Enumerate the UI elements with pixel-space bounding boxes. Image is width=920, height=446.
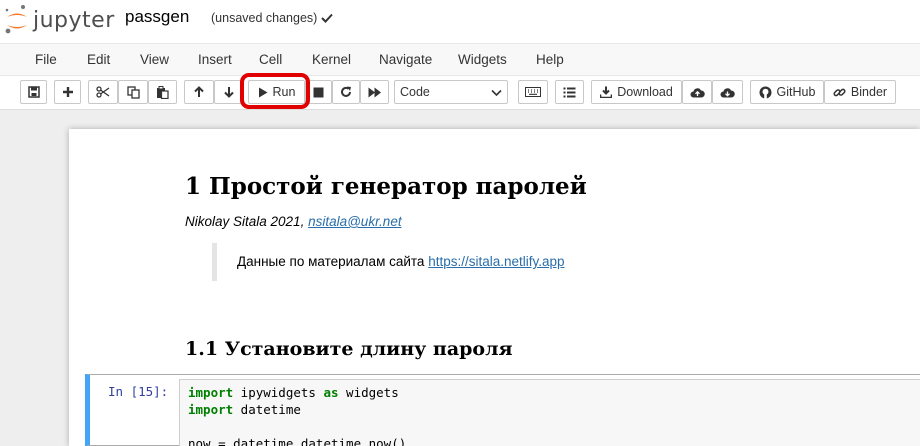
menu-edit[interactable]: Edit [87,52,110,67]
save-button[interactable] [20,80,47,104]
cloud-upload-icon [690,87,705,97]
download-button-label: Download [617,85,673,99]
blockquote: Данные по материалам сайта https://sital… [212,243,632,281]
menu-view[interactable]: View [140,52,169,67]
restart-kernel-button[interactable] [332,80,360,104]
stop-icon [313,87,324,97]
input-prompt: In [15]: [108,384,169,399]
author-email-link[interactable]: nsitala@ukr.net [308,214,402,229]
menu-file[interactable]: File [35,52,57,67]
site-link[interactable]: https://sitala.netlify.app [428,254,564,269]
code-line-4: now = datetime.datetime.now() [188,436,407,446]
menubar: File Edit View Insert Cell Kernel Naviga… [0,43,920,76]
keyboard-icon [525,87,541,97]
paste-button[interactable] [148,80,177,104]
download-icon [600,86,613,98]
menu-cell[interactable]: Cell [259,52,282,67]
cloud-download-icon [720,87,735,97]
header: jupyter passgen (unsaved changes) [0,0,920,43]
author-line: Nikolay Sitala 2021, nsitala@ukr.net [185,214,402,229]
notebook-name[interactable]: passgen [125,7,189,27]
toolbar: Run Code Download GitHub Binder [0,76,920,110]
menu-insert[interactable]: Insert [198,52,232,67]
run-button[interactable]: Run [248,80,305,104]
move-up-button[interactable] [184,80,214,104]
scissors-icon [96,86,110,98]
binder-button[interactable]: Binder [824,80,896,104]
github-button-label: GitHub [776,85,816,99]
jupyter-logo[interactable]: jupyter [4,4,115,36]
code-editor[interactable]: import ipywidgets as widgets import date… [179,379,920,446]
restart-run-all-button[interactable] [360,80,389,104]
menu-kernel[interactable]: Kernel [312,52,351,67]
blockquote-text: Данные по материалам сайта https://sital… [237,254,565,269]
binder-button-label: Binder [850,85,888,99]
keyword: as [323,385,339,400]
code-cell[interactable]: In [15]: import ipywidgets as widgets im… [85,374,920,446]
github-icon [759,86,772,98]
list-icon [563,87,576,97]
code-text: ipywidgets [233,385,324,400]
chevron-down-icon [491,89,502,97]
code-text: widgets [338,385,399,400]
toc-button[interactable] [555,80,584,104]
cell-type-select[interactable]: Code [394,80,508,104]
jupyter-logo-text: jupyter [33,7,115,33]
code-line-1: import ipywidgets as widgets [188,385,399,400]
cut-button[interactable] [88,80,118,104]
play-icon [258,87,268,97]
heading-1: 1 Простой генератор паролей [185,173,587,200]
menu-navigate[interactable]: Navigate [379,52,432,67]
menu-widgets[interactable]: Widgets [458,52,507,67]
arrow-down-icon [223,87,234,98]
notebook-page: 1 Простой генератор паролей Nikolay Sita… [69,129,920,446]
copy-icon [126,85,140,99]
fast-forward-icon [368,87,381,97]
quote-text: Данные по материалам сайта [237,254,429,269]
copy-button[interactable] [118,80,148,104]
author-text: Nikolay Sitala 2021, [185,214,309,229]
interrupt-kernel-button[interactable] [305,80,332,104]
checkmark-icon [321,13,334,23]
jupyter-logo-icon [5,5,27,34]
save-status-text: (unsaved changes) [211,11,318,25]
download-button[interactable]: Download [591,80,682,104]
keyword: import [188,385,234,400]
refresh-icon [341,86,351,97]
keyword: import [188,402,234,417]
cloud-download-button[interactable] [712,80,743,104]
floppy-disk-icon [27,86,40,98]
command-palette-button[interactable] [518,80,548,104]
heading-2: 1.1 Установите длину пароля [185,338,513,360]
plus-icon [62,87,73,97]
insert-cell-button[interactable] [54,80,81,104]
link-icon [833,88,846,96]
move-down-button[interactable] [214,80,243,104]
cell-type-value: Code [400,85,430,99]
menu-help[interactable]: Help [536,52,564,67]
code-line-2: import datetime [188,402,301,417]
github-button[interactable]: GitHub [750,80,824,104]
cloud-upload-button[interactable] [682,80,712,104]
save-status: (unsaved changes) [211,11,334,25]
paste-icon [157,85,169,99]
notebook-area: 1 Простой генератор паролей Nikolay Sita… [0,111,920,446]
code-text: datetime [233,402,301,417]
arrow-up-icon [194,86,204,97]
run-button-label: Run [272,85,296,99]
